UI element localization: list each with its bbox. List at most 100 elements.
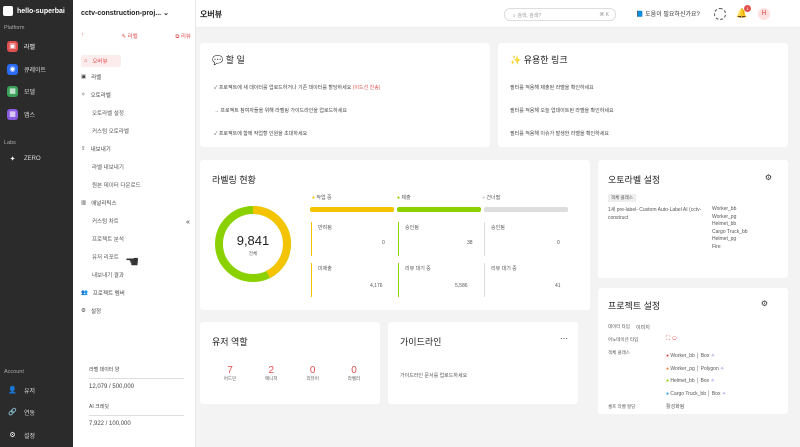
data-type-value: 이미지 <box>636 325 650 331</box>
guideline-card: 가이드라인 ⋯ 가이드라인 문서를 업로드하세요 <box>388 322 578 404</box>
avatar[interactable]: H <box>758 8 770 20</box>
menu-label-export[interactable]: 라벨 내보내기 <box>92 163 124 171</box>
todo-title: 💬 할 일 <box>212 55 245 65</box>
menu-members[interactable]: 👥 프로젝트 멤버 <box>81 289 125 297</box>
autolabel-title: 오토라벨 설정 <box>608 175 661 185</box>
review-button[interactable]: ⧉ 리뷰 <box>175 32 191 41</box>
curate-icon: ◉ <box>7 63 18 75</box>
guideline-text: 가이드라인 문서를 업로드하세요 <box>400 373 468 379</box>
menu-autolabel[interactable]: ✧ 오토라벨 <box>81 91 111 99</box>
role-reviewer[interactable]: 0 리뷰어 <box>295 365 331 382</box>
menu-custom-autolabel[interactable]: 커스텀 오토라벨 <box>92 127 129 135</box>
link-icon: 🔗 <box>8 409 17 416</box>
project-actions: ↑ ✎ 라벨 ⧉ 리뷰 <box>81 32 191 41</box>
labeling-status-card: 라벨링 현황 9,841 전체 ● 작업 중 ● 제출 ● 건너뜀 반려됨 0 승… <box>200 160 590 310</box>
upload-button[interactable]: ↑ <box>81 32 84 41</box>
rail-item-curate[interactable]: ◉ 큐레이트 <box>4 61 70 77</box>
model-icon: ▦ <box>7 85 18 97</box>
cell-review-pending-skip[interactable]: 리뷰 대기 중 41 <box>484 263 561 297</box>
legend-submitted: ● 제출 <box>397 195 411 201</box>
rail-item-settings[interactable]: ⚙ 설정 <box>4 427 70 443</box>
gear-icon: ⚙ <box>9 432 16 439</box>
section-labs: Labs <box>4 140 16 146</box>
analytics-icon: ▥ <box>81 200 87 206</box>
class-item: ● Cargo Truck_bb │ Box ✧ <box>666 390 727 397</box>
roles-card: 유저 역할 7 어드민 2 매니저 0 리뷰어 0 라벨러 <box>200 322 380 404</box>
project-name[interactable]: cctv-construction-proj... ⌄ <box>81 9 169 17</box>
menu-user-report[interactable]: 유저 리포트 <box>92 253 119 261</box>
link-item-3[interactable]: 필터를 적용해 이슈가 발생한 라벨을 확인하세요 <box>510 130 609 137</box>
usage-bar <box>89 378 184 379</box>
class-item: ● Worker_pg │ Polygon ✧ <box>666 365 725 372</box>
link-item-2[interactable]: 필터를 적용해 오늘 업데이트된 라벨을 확인하세요 <box>510 107 614 114</box>
notification-badge: 1 <box>744 5 751 12</box>
menu-project-analysis[interactable]: 프로젝트 분석 <box>92 235 124 243</box>
menu-custom-chart[interactable]: 커스텀 차트 <box>92 217 119 225</box>
cell-review-pending[interactable]: 리뷰 대기 중 5,586 <box>398 263 468 297</box>
zero-icon: ✦ <box>9 156 16 163</box>
top-bar: 오버뷰 ⌕ 검색, 검색? ⌘ K 📘 도움이 필요하신가요? 🔔 1 H <box>196 0 800 28</box>
rail-item-model[interactable]: ▦ 모델 <box>4 83 70 99</box>
menu-export[interactable]: ⇪ 내보내기 <box>81 145 111 153</box>
todo-item-2[interactable]: → 프로젝트 참여자들을 위해 라벨링 가이드라인을 업로드하세요 <box>214 107 347 114</box>
status-icon[interactable] <box>714 8 726 20</box>
rail-item-label[interactable]: ▣ 라벨 <box>4 38 70 54</box>
cell-rejected[interactable]: 반려됨 0 <box>311 222 385 256</box>
class-list: ● Worker_bb │ Box ✧ ● Worker_pg │ Polygo… <box>666 350 726 400</box>
legend-working: ● 작업 중 <box>312 195 332 201</box>
role-admin[interactable]: 7 어드민 <box>212 365 248 382</box>
links-card: ✨ 유용한 링크 필터를 적용해 제출된 라벨을 확인하세요 필터를 적용해 오… <box>498 43 788 147</box>
ai-credit-value: 7,922 / 100,000 <box>89 421 131 427</box>
apps-icon: ▦ <box>7 108 18 120</box>
workspace-switcher[interactable]: hello-superbai <box>3 6 65 16</box>
menu-analytics[interactable]: ▥ 애널리틱스 <box>81 199 117 207</box>
section-platform: Platform <box>4 25 25 31</box>
todo-item-1[interactable]: ✓ 프로젝트에 새 데이터를 업로드하거나 기존 데이터를 할당하세요 (이드선… <box>214 84 380 91</box>
rail-item-users[interactable]: 👤 유저 <box>4 382 70 398</box>
primary-sidebar: hello-superbai Platform ▣ 라벨 ◉ 큐레이트 ▦ 모델 ▦ 앱… <box>0 0 73 447</box>
menu-export-result[interactable]: 내보내기 결과 <box>92 271 124 279</box>
autolabel-tag: 객체 클래스 <box>608 194 636 202</box>
cell-unsubmitted[interactable]: 미제출 4,176 <box>311 263 383 297</box>
menu-autolabel-settings[interactable]: 오토라벨 설정 <box>92 109 124 117</box>
roles-list: 7 어드민 2 매니저 0 리뷰어 0 라벨러 <box>212 365 372 382</box>
role-labeler[interactable]: 0 라벨러 <box>336 365 372 382</box>
class-item: ● Worker_bb │ Box ✧ <box>666 353 715 359</box>
usage-value: 12,079 / 500,000 <box>89 384 135 390</box>
ai-credit-label: AI 크레딧 <box>89 404 109 410</box>
label-button[interactable]: ✎ 라벨 <box>121 32 137 41</box>
rail-item-apps[interactable]: ▦ 앱스 <box>4 106 70 122</box>
self-assign-value: 활성화됨 <box>666 404 685 410</box>
help-button[interactable]: 📘 도움이 필요하신가요? <box>636 9 700 18</box>
menu-label[interactable]: ▣ 라벨 <box>81 73 101 81</box>
rail-item-integrations[interactable]: 🔗 연동 <box>4 404 70 420</box>
link-item-1[interactable]: 필터를 적용해 제출된 라벨을 확인하세요 <box>510 84 594 91</box>
autolabel-name: 1세 pre-label- Custom Auto-Label AI (cctv… <box>608 207 702 221</box>
label-icon: ▣ <box>81 74 87 80</box>
todo-item-3[interactable]: ✓ 프로젝트에 함께 작업할 인원을 초대하세요 <box>214 130 307 137</box>
role-manager[interactable]: 2 매니저 <box>253 365 289 382</box>
more-icon[interactable]: ⋯ <box>560 334 568 343</box>
collapse-icon[interactable]: « <box>186 219 190 226</box>
members-icon: 👥 <box>81 290 88 296</box>
bell-icon[interactable]: 🔔 1 <box>736 5 751 20</box>
links-title: ✨ 유용한 링크 <box>510 55 568 65</box>
roles-title: 유저 역할 <box>212 337 248 347</box>
gear-icon[interactable]: ⚙ <box>765 173 772 182</box>
autolabel-card: 오토라벨 설정 ⚙ 객체 클래스 1세 pre-label- Custom Au… <box>598 160 788 278</box>
project-settings-card: 프로젝트 설정 ⚙ 데이터 타입 이미지 어노테이션 타입 ⛶ ⬠ 객체 클래스… <box>598 288 788 414</box>
rail-item-zero[interactable]: ✦ ZERO <box>4 151 70 167</box>
cursor-hand-icon: ☚ <box>125 254 140 271</box>
search-icon: ⌕ <box>513 13 516 19</box>
book-icon: 📘 <box>636 12 644 18</box>
menu-overview[interactable]: ⌂ 오버뷰 <box>81 55 121 67</box>
gear-icon: ⚙ <box>81 308 86 314</box>
cell-approved-skip[interactable]: 승인됨 0 <box>484 222 560 256</box>
cell-approved-submit[interactable]: 승인됨 38 <box>398 222 473 256</box>
menu-raw-download[interactable]: 원본 데이터 다운로드 <box>92 181 141 189</box>
search-input[interactable]: ⌕ 검색, 검색? ⌘ K <box>504 8 616 21</box>
todo-card: 💬 할 일 ✓ 프로젝트에 새 데이터를 업로드하거나 기존 데이터를 할당하세… <box>200 43 490 147</box>
menu-settings[interactable]: ⚙ 설정 <box>81 307 101 315</box>
label-icon: ▣ <box>7 40 18 52</box>
gear-icon[interactable]: ⚙ <box>761 299 768 308</box>
